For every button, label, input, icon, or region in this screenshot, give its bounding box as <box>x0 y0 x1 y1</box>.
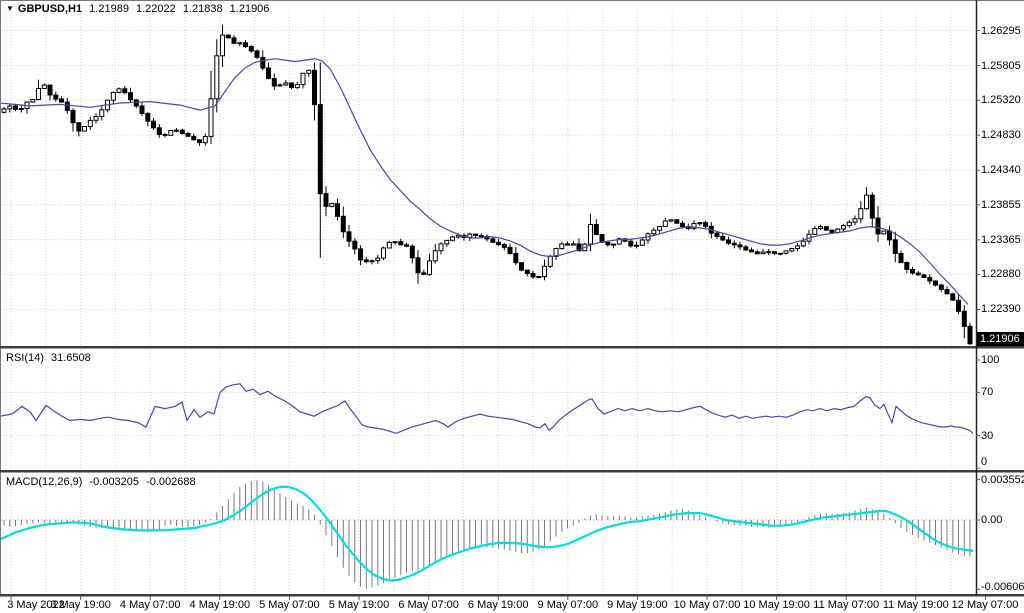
price-axis-label: 1.24340 <box>981 164 1021 176</box>
time-axis-label: 11 May 07:00 <box>813 599 879 611</box>
time-axis-label: 6 May 19:00 <box>468 599 529 611</box>
time-axis-label: 9 May 19:00 <box>607 599 668 611</box>
time-axis-label: 6 May 07:00 <box>398 599 459 611</box>
time-axis-label: 10 May 07:00 <box>674 599 741 611</box>
rsi-axis-label: 70 <box>981 386 993 398</box>
current-price-tag: 1.21906 <box>977 332 1024 346</box>
rsi-axis-label: 100 <box>981 354 999 366</box>
price-axis-label: 1.24830 <box>981 129 1021 141</box>
time-axis-label: 4 May 19:00 <box>190 599 251 611</box>
macd-plot-area[interactable] <box>0 474 976 593</box>
price-axis-label: 1.23855 <box>981 199 1021 211</box>
macd-axis-label: -0.006061 <box>981 581 1024 593</box>
price-axis-label: 1.25320 <box>981 94 1021 106</box>
main-plot-area[interactable] <box>0 1 976 345</box>
time-axis-label: 10 May 19:00 <box>743 599 810 611</box>
price-axis-label: 1.26295 <box>981 25 1021 37</box>
price-axis-label: 1.22880 <box>981 268 1021 280</box>
time-axis-label: 4 May 07:00 <box>120 599 181 611</box>
time-axis-label: 3 May 19:00 <box>50 599 111 611</box>
price-axis-label: 1.25805 <box>981 60 1021 72</box>
time-axis-label: 5 May 07:00 <box>259 599 320 611</box>
rsi-axis-label: 0 <box>981 456 987 468</box>
price-axis-label: 1.23365 <box>981 234 1021 246</box>
macd-axis-label: 0.00 <box>981 514 1002 526</box>
macd-axis-label: 0.003552 <box>981 474 1024 486</box>
price-axis-label: 1.22390 <box>981 303 1021 315</box>
time-axis-label: 9 May 07:00 <box>538 599 599 611</box>
time-axis-label: 5 May 19:00 <box>329 599 390 611</box>
rsi-axis-label: 30 <box>981 430 993 442</box>
rsi-plot-area[interactable] <box>0 350 976 468</box>
time-axis-label: 11 May 19:00 <box>883 599 949 611</box>
trading-chart-window: ▼GBPUSD,H1 1.21989 1.22022 1.21838 1.219… <box>0 0 1024 613</box>
time-axis-label: 12 May 07:00 <box>952 599 1019 611</box>
